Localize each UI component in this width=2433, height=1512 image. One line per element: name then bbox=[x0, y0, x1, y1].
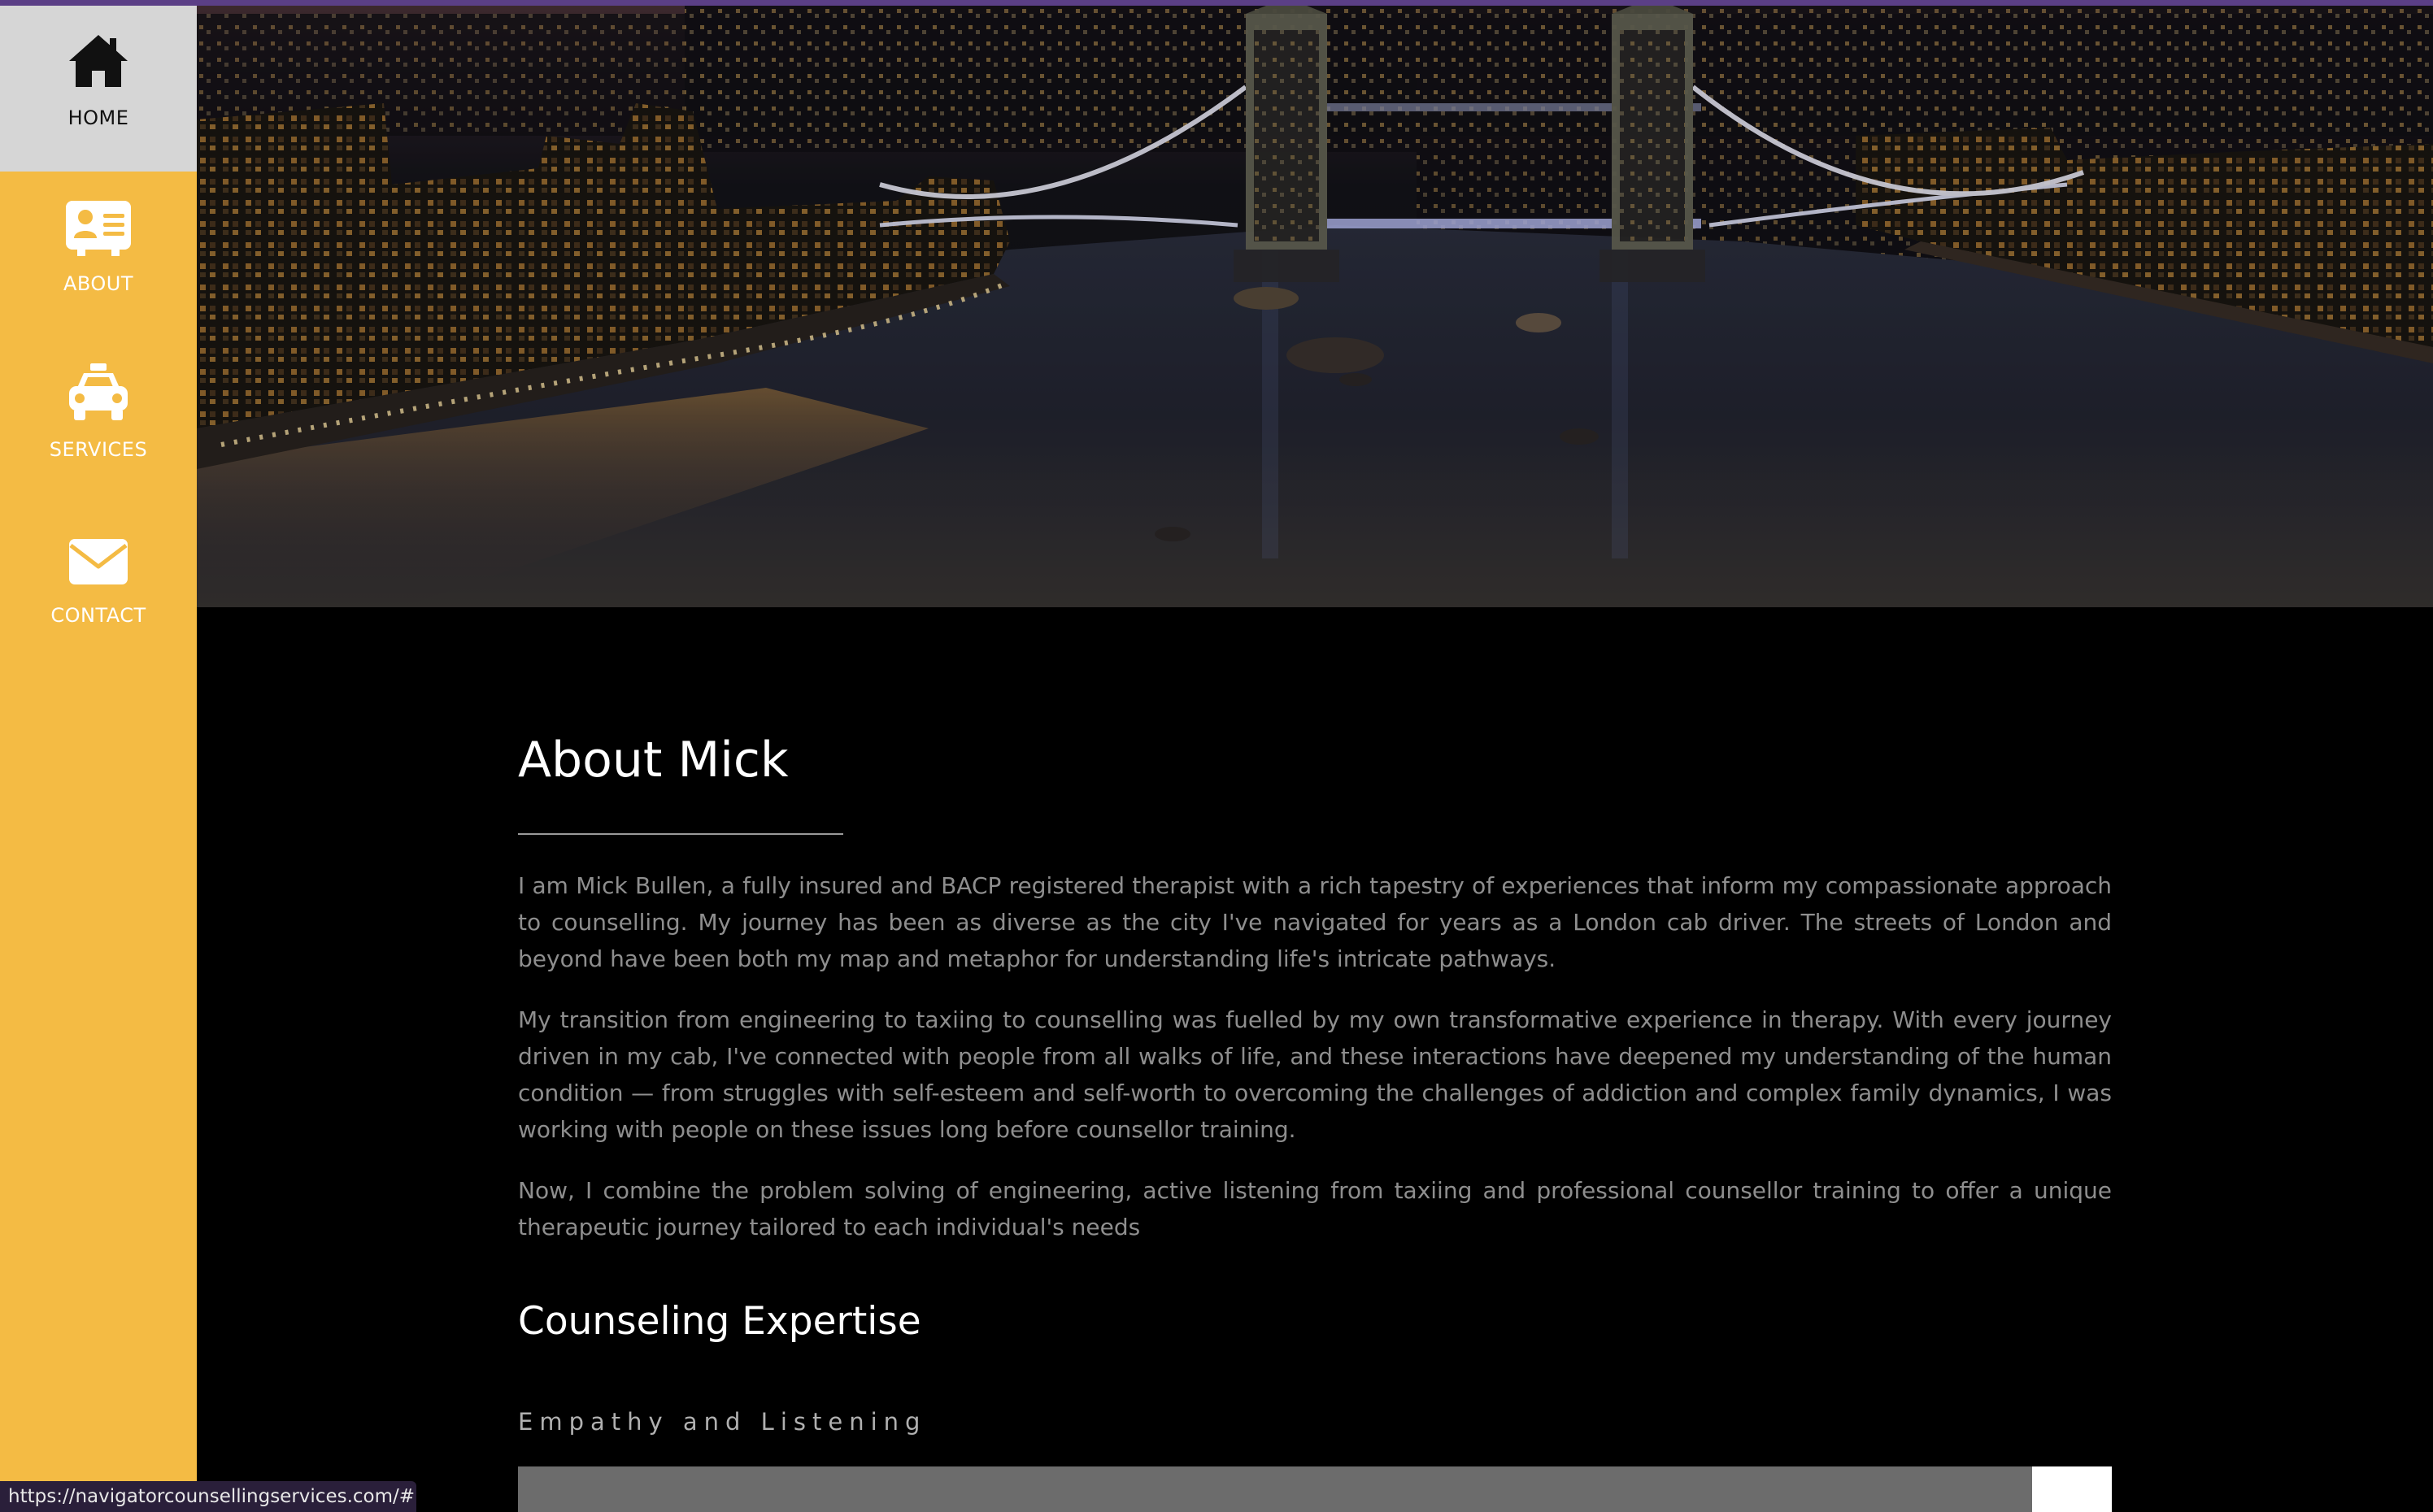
nav-label-services: SERVICES bbox=[49, 438, 148, 461]
taxi-icon bbox=[69, 363, 128, 420]
skill-progress-bar bbox=[518, 1466, 2112, 1512]
about-paragraph-3: Now, I combine the problem solving of en… bbox=[518, 1177, 2112, 1240]
sidebar-nav: HOME ABOUT SERVICES CONTACT bbox=[0, 6, 197, 1512]
skill-label: Empathy and Listening bbox=[518, 1408, 927, 1436]
nav-item-services[interactable]: SERVICES bbox=[0, 337, 197, 503]
expertise-title: Counseling Expertise bbox=[518, 1299, 921, 1344]
nav-label-home: HOME bbox=[67, 106, 129, 129]
top-accent-strip bbox=[0, 0, 2433, 6]
hero-image bbox=[197, 6, 2433, 607]
nav-item-home[interactable]: HOME bbox=[0, 6, 197, 172]
tower-bridge-night-scene bbox=[197, 6, 2433, 607]
status-url-bar: https://navigatorcounsellingservices.com… bbox=[0, 1481, 416, 1512]
nav-item-about[interactable]: ABOUT bbox=[0, 172, 197, 337]
about-title: About Mick bbox=[518, 732, 789, 789]
title-underline bbox=[518, 833, 843, 835]
about-paragraph-1: I am Mick Bullen, a fully insured and BA… bbox=[518, 872, 2112, 972]
skill-progress-fill bbox=[518, 1466, 2032, 1512]
home-icon bbox=[69, 35, 128, 87]
nav-item-contact[interactable]: CONTACT bbox=[0, 503, 197, 669]
id-card-icon bbox=[66, 201, 131, 256]
nav-label-about: ABOUT bbox=[63, 272, 134, 295]
about-paragraph-2: My transition from engineering to taxiin… bbox=[518, 1006, 2112, 1143]
nav-label-contact: CONTACT bbox=[50, 604, 146, 627]
envelope-icon bbox=[69, 539, 128, 584]
